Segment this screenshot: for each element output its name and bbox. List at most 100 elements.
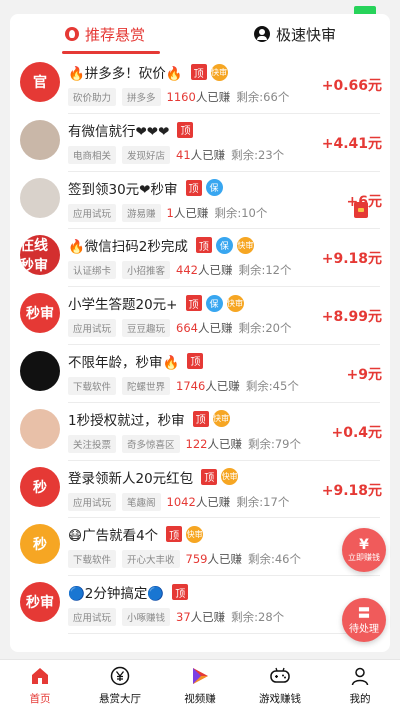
task-row[interactable]: 秒 登录领新人20元红包 顶快审 应用试玩 笔趣阁 1042人已赚 剩余:17个…: [10, 461, 390, 519]
task-title: 🔥微信扫码2秒完成: [68, 239, 188, 256]
task-avatar: [20, 177, 60, 218]
task-info: 登录领新人20元红包 顶快审 应用试玩 笔趣阁 1042人已赚 剩余:17个: [68, 467, 340, 511]
avatar-text: 秒审: [26, 306, 54, 323]
tab-fast-review-label: 极速快审: [275, 25, 336, 44]
tabbar-home[interactable]: 首页: [0, 660, 80, 711]
fast-review-badge: 快审: [226, 294, 244, 312]
task-reward: +9.18元: [321, 482, 382, 499]
task-title-line: 有微信就行❤❤❤ 顶: [68, 120, 340, 140]
earned-suffix: 人已赚: [190, 147, 226, 162]
task-remaining: 剩余:20个: [238, 321, 292, 336]
earn-now-button[interactable]: ¥ 立即赚钱: [342, 528, 386, 572]
tabbar-bounty-hall[interactable]: 悬赏大厅: [80, 660, 160, 711]
task-title-line: 签到领30元❤秒审 顶保: [68, 178, 340, 198]
earned-count: 664: [176, 321, 198, 336]
task-remaining: 剩余:66个: [236, 90, 290, 104]
task-reward: +0.4元: [331, 424, 382, 441]
avatar-text: 官: [33, 75, 47, 91]
task-category-tag: 认证绑卡: [68, 261, 117, 280]
task-category-tag: 下载软件: [68, 376, 117, 395]
task-row[interactable]: 官 🔥拼多多！砍价🔥 顶快审 砍价助力 拼多多 1160人已赚 剩余:66个 +…: [10, 56, 390, 114]
earned-suffix: 人已赚: [195, 494, 231, 509]
task-row[interactable]: 1秒授权就过，秒审 顶快审 关注投票 奇多惊喜区 122人已赚 剩余:79个 +…: [10, 403, 390, 461]
fire-icon: [64, 27, 79, 41]
task-title: 签到领30元❤秒审: [68, 181, 178, 198]
tabbar-game-earn[interactable]: 游戏赚钱: [240, 660, 320, 711]
task-earned: 1人已赚: [167, 205, 209, 221]
earned-suffix: 人已赚: [197, 321, 233, 336]
top-tag: 顶: [192, 410, 209, 427]
tabbar-video-earn[interactable]: 视频赚: [160, 660, 240, 711]
task-earned: 1160人已赚: [167, 89, 231, 105]
task-remaining: 剩余:23个: [231, 147, 285, 162]
fast-review-badge: 快审: [212, 410, 230, 428]
task-row[interactable]: 秒审 小学生答题20元+ 顶保快审 应用试玩 豆豆趣玩 664人已赚 剩余:20…: [10, 287, 390, 345]
earned-suffix: 人已赚: [207, 552, 242, 567]
task-info: 签到领30元❤秒审 顶保 应用试玩 游易赚 1人已赚 剩余:10个: [68, 178, 340, 222]
task-row[interactable]: 不限年龄，秒审🔥 顶 下载软件 陀螺世界 1746人已赚 剩余:45个 +9元: [10, 345, 390, 403]
task-app-tag: 拼多多: [122, 88, 161, 106]
task-remaining: 剩余:10个: [214, 205, 268, 220]
task-remaining: 剩余:17个: [236, 494, 290, 509]
earned-count: 1042: [166, 494, 196, 509]
task-meta: 应用试玩 豆豆趣玩 664人已赚 剩余:20个: [68, 319, 340, 338]
list-icon: 〓: [357, 605, 370, 620]
task-app-tag: 小招推客: [122, 261, 171, 280]
earn-now-label: 立即赚钱: [348, 552, 380, 562]
task-app-tag: 发现好店: [122, 145, 171, 164]
tabbar-bounty-hall-label: 悬赏大厅: [99, 693, 141, 705]
task-title: 🔥拼多多！砍价🔥: [68, 66, 183, 82]
guarantee-badge: 保: [205, 179, 223, 197]
task-title: 登录领新人20元红包: [68, 470, 194, 487]
task-earned: 122人已赚: [186, 436, 242, 452]
task-app-tag: 开心大丰收: [122, 550, 180, 569]
task-row[interactable]: 有微信就行❤❤❤ 顶 电商相关 发现好店 41人已赚 剩余:23个 +4.41元: [10, 114, 390, 172]
task-category-tag: 应用试玩: [68, 492, 117, 511]
task-row[interactable]: 秒审 🔵2分钟搞定🔵 顶 应用试玩 小啄赚钱 37人已赚 剩余:28个: [10, 576, 390, 634]
task-row[interactable]: 签到领30元❤秒审 顶保 应用试玩 游易赚 1人已赚 剩余:10个 +6元: [10, 172, 390, 230]
earned-count: 442: [176, 263, 198, 278]
task-category-tag: 关注投票: [68, 434, 117, 453]
task-info: 🔥拼多多！砍价🔥 顶快审 砍价助力 拼多多 1160人已赚 剩余:66个: [68, 62, 340, 106]
avatar-text: 秒: [33, 537, 47, 554]
task-reward: +8.99元: [321, 309, 382, 326]
task-category-tag: 应用试玩: [68, 203, 117, 222]
task-avatar: 秒: [20, 524, 60, 565]
red-envelope-icon[interactable]: [354, 202, 368, 218]
earned-suffix: 人已赚: [197, 263, 233, 278]
task-info: 1秒授权就过，秒审 顶快审 关注投票 奇多惊喜区 122人已赚 剩余:79个: [68, 409, 340, 453]
task-meta: 电商相关 发现好店 41人已赚 剩余:23个: [68, 145, 340, 164]
task-row[interactable]: 秒 😷广告就看4个 顶快审 下载软件 开心大丰收 759人已赚 剩余:46个: [10, 518, 390, 576]
tabbar-profile[interactable]: 我的: [320, 660, 400, 711]
video-icon: [189, 665, 211, 687]
avatar-text: 秒: [33, 479, 47, 496]
task-meta: 关注投票 奇多惊喜区 122人已赚 剩余:79个: [68, 434, 340, 453]
task-remaining: 剩余:79个: [247, 436, 301, 451]
task-category-tag: 下载软件: [68, 550, 117, 569]
task-title-line: 🔥拼多多！砍价🔥 顶快审: [68, 62, 340, 82]
earned-count: 122: [185, 436, 208, 451]
task-title: 😷广告就看4个: [68, 528, 159, 545]
task-title: 1秒授权就过，秒审: [68, 412, 185, 429]
task-app-tag: 奇多惊喜区: [122, 434, 180, 453]
tab-fast-review[interactable]: 极速快审: [200, 14, 390, 54]
pending-button[interactable]: 〓 待处理: [342, 598, 386, 642]
task-info: 小学生答题20元+ 顶保快审 应用试玩 豆豆趣玩 664人已赚 剩余:20个: [68, 293, 340, 338]
task-title-line: 🔥微信扫码2秒完成 顶保快审: [68, 235, 340, 255]
earned-count: 1160: [166, 90, 196, 104]
task-list: 官 🔥拼多多！砍价🔥 顶快审 砍价助力 拼多多 1160人已赚 剩余:66个 +…: [10, 56, 390, 634]
gamepad-icon: [269, 665, 291, 687]
tab-recommended-label: 推荐悬赏: [84, 25, 145, 44]
top-tag: 顶: [177, 121, 194, 138]
top-tag: 顶: [185, 295, 202, 312]
task-title: 小学生答题20元+: [68, 297, 178, 314]
task-row[interactable]: 在线秒审 🔥微信扫码2秒完成 顶保快审 认证绑卡 小招推客 442人已赚 剩余:…: [10, 229, 390, 287]
active-tab-indicator: [62, 51, 160, 54]
earned-suffix: 人已赚: [190, 610, 226, 625]
tab-recommended[interactable]: 推荐悬赏: [10, 14, 200, 54]
fast-review-badge: 快审: [221, 468, 239, 486]
top-tag: 顶: [195, 237, 212, 254]
task-card: 推荐悬赏 极速快审 官 🔥拼多多！砍价🔥 顶快审 砍价助力 拼多多 1160人已…: [10, 14, 390, 652]
task-reward: +9元: [346, 366, 382, 383]
task-category-tag: 砍价助力: [68, 88, 117, 106]
